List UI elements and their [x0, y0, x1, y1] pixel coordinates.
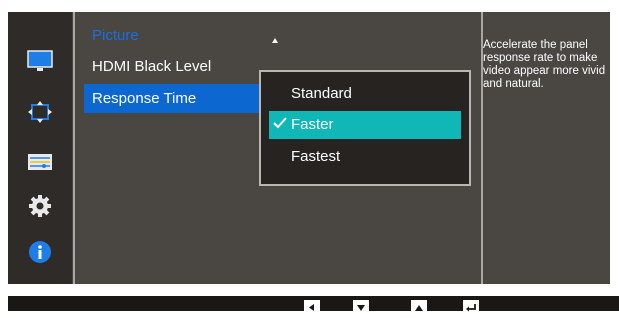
down-key-icon[interactable] — [353, 300, 369, 311]
menu-item-hdmi-black-level[interactable]: HDMI Black Level — [84, 52, 260, 81]
option-label: Standard — [291, 85, 352, 102]
option-label: Faster — [291, 116, 334, 133]
enter-key-icon[interactable] — [463, 300, 479, 312]
option-label: Fastest — [291, 148, 341, 165]
menu-item-response-time[interactable]: Response Time — [84, 84, 260, 113]
nav-column — [8, 12, 72, 284]
menu-title: Picture — [92, 27, 139, 44]
gear-icon[interactable] — [8, 187, 72, 225]
up-key-icon[interactable] — [411, 300, 427, 311]
option-standard[interactable]: Standard — [269, 80, 461, 108]
option-fastest[interactable]: Fastest — [269, 143, 461, 171]
scroll-up-icon[interactable] — [272, 38, 278, 43]
monitor-icon[interactable] — [8, 42, 72, 80]
description-text: Accelerate the panel response rate to ma… — [483, 39, 606, 90]
resize-arrows-icon[interactable] — [8, 93, 72, 131]
sliders-icon[interactable] — [8, 143, 72, 181]
left-key-icon[interactable] — [304, 300, 320, 311]
info-icon[interactable] — [8, 233, 72, 271]
option-faster[interactable]: Faster — [269, 111, 461, 139]
response-time-submenu: Standard Faster Fastest — [259, 70, 471, 186]
checkmark-icon — [273, 111, 291, 139]
